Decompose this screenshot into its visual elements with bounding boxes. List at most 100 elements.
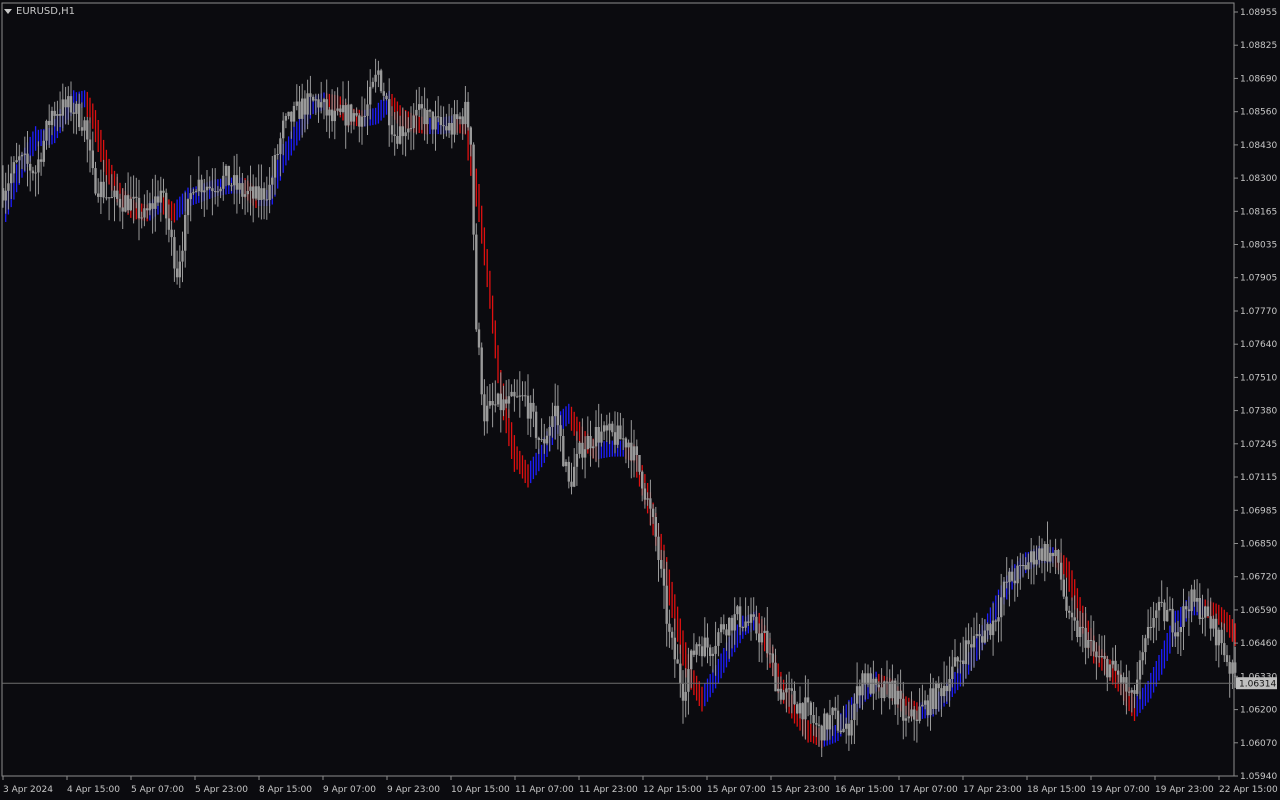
candle-body xyxy=(61,99,64,116)
price-chart[interactable]: 1.08955 1.08825 1.08690 1.08560 1.08430 1.083… xyxy=(0,0,1280,800)
candle-body xyxy=(771,653,774,663)
candle-body xyxy=(303,98,307,115)
candle-body xyxy=(407,128,410,133)
candle-body xyxy=(97,193,100,197)
candle-body xyxy=(698,644,701,647)
candle-body xyxy=(167,218,171,230)
candle-body xyxy=(132,196,135,199)
candle-body xyxy=(804,697,807,720)
candle-body xyxy=(613,432,617,445)
candle-body xyxy=(409,128,413,130)
candle-body xyxy=(15,160,18,162)
candle-body xyxy=(461,116,464,125)
candle-body xyxy=(1013,580,1016,584)
candle-body xyxy=(322,99,326,103)
candle-body xyxy=(29,163,32,171)
candle-body xyxy=(926,700,929,716)
x-tick-label: 11 Apr 23:00 xyxy=(579,785,638,795)
candle-body xyxy=(486,405,489,422)
x-tick-label: 5 Apr 07:00 xyxy=(131,785,184,795)
candle-body xyxy=(940,688,943,697)
candle-body xyxy=(50,110,54,126)
candle-body xyxy=(99,181,103,197)
candle-body xyxy=(170,229,173,238)
candle-body xyxy=(717,632,720,646)
candle-body xyxy=(649,498,652,509)
candle-body xyxy=(86,120,89,140)
candle-body xyxy=(246,191,249,195)
x-tick-label: 10 Apr 15:00 xyxy=(451,785,510,795)
candle-body xyxy=(853,703,856,720)
symbol-selector[interactable]: EURUSD,H1 xyxy=(4,4,75,18)
candle-body xyxy=(1035,559,1038,565)
chart-background xyxy=(0,0,1280,800)
candle-body xyxy=(385,95,388,99)
candle-body xyxy=(102,181,105,198)
candle-body xyxy=(336,108,339,111)
candle-body xyxy=(1155,610,1158,618)
candle-body xyxy=(178,261,181,278)
candle-body xyxy=(766,630,769,654)
candle-body xyxy=(1078,626,1082,637)
candle-body xyxy=(967,640,970,645)
candle-body xyxy=(836,710,840,731)
candle-body xyxy=(630,442,633,461)
candle-body xyxy=(401,126,404,137)
candle-body xyxy=(934,683,938,709)
candle-body xyxy=(325,99,328,116)
candle-body xyxy=(200,179,203,193)
candle-body xyxy=(208,186,211,189)
candle-body xyxy=(896,690,900,705)
candle-body xyxy=(570,481,573,487)
candle-body xyxy=(129,198,132,211)
y-tick-label: 1.06460 xyxy=(1240,639,1277,649)
candle-body xyxy=(1098,656,1101,658)
candle-body xyxy=(554,405,557,417)
candle-body xyxy=(752,614,755,617)
x-tick-label: 4 Apr 15:00 xyxy=(67,785,120,795)
candle-body xyxy=(314,99,317,101)
candle-body xyxy=(1171,608,1174,633)
candle-body xyxy=(347,104,350,126)
candle-body xyxy=(64,99,67,108)
candle-body xyxy=(1002,581,1006,598)
candle-body xyxy=(793,690,796,705)
candle-body xyxy=(352,113,356,122)
candle-body xyxy=(1217,629,1220,646)
x-tick-label: 12 Apr 15:00 xyxy=(643,785,702,795)
candle-body xyxy=(363,115,366,117)
candle-body xyxy=(1095,651,1098,658)
candle-body xyxy=(39,159,43,162)
candle-body xyxy=(782,692,785,700)
candle-body xyxy=(1038,548,1041,560)
candle-body xyxy=(959,660,962,662)
y-tick-label: 1.08300 xyxy=(1240,174,1277,184)
candle-body xyxy=(755,616,758,634)
x-tick-label: 9 Apr 07:00 xyxy=(323,785,376,795)
candle-body xyxy=(1185,606,1188,610)
candle-body xyxy=(415,109,418,116)
candle-body xyxy=(660,560,663,569)
candle-body xyxy=(1119,674,1123,683)
candle-body xyxy=(75,103,78,114)
candle-body xyxy=(298,101,301,119)
candle-body xyxy=(809,702,812,715)
candle-body xyxy=(34,172,37,174)
candle-body xyxy=(379,70,383,92)
candle-body xyxy=(488,401,492,406)
candle-body xyxy=(861,673,864,696)
candle-body xyxy=(219,188,222,192)
candle-body xyxy=(4,190,7,201)
candle-body xyxy=(203,190,206,193)
dropdown-triangle-icon[interactable] xyxy=(4,8,12,14)
candle-body xyxy=(964,640,968,665)
y-tick-label: 1.07770 xyxy=(1240,307,1277,317)
candle-body xyxy=(1092,640,1095,652)
candle-body xyxy=(107,197,111,199)
y-tick-label: 1.07380 xyxy=(1240,407,1277,417)
candle-body xyxy=(521,395,524,397)
candle-body xyxy=(722,624,725,630)
candle-body xyxy=(1209,616,1212,629)
candle-body xyxy=(412,115,415,129)
y-tick-label: 1.08430 xyxy=(1240,141,1277,151)
